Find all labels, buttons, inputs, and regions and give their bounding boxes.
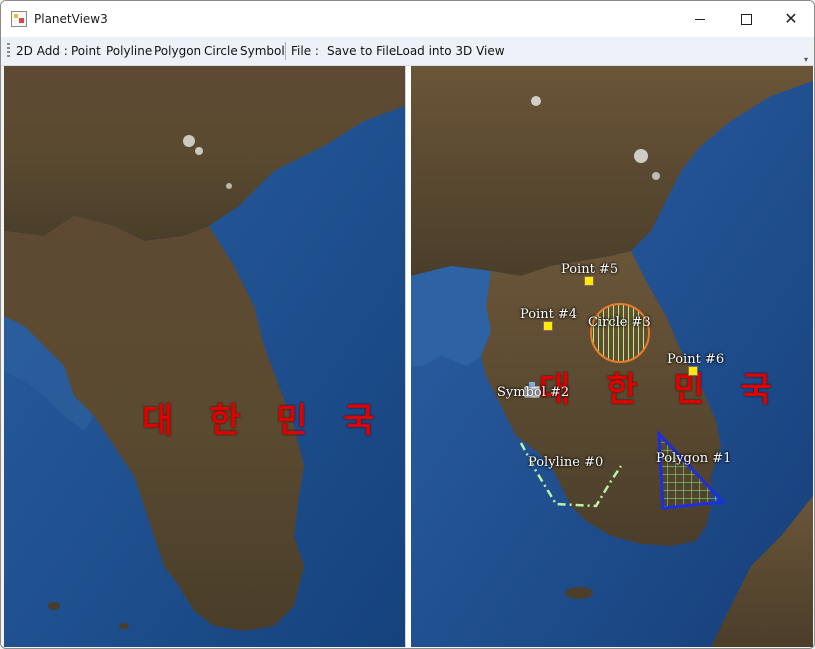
- point-6-marker[interactable]: [688, 366, 698, 376]
- polygon-button[interactable]: Polygon: [154, 44, 201, 58]
- minimize-icon: [695, 18, 705, 20]
- minimize-button[interactable]: [677, 1, 723, 37]
- app-icon: [11, 11, 27, 27]
- left-2d-map-view[interactable]: 대 한 민 국: [4, 66, 405, 647]
- left-map-image: [4, 66, 405, 647]
- polyline-0-label: Polyline #0: [528, 455, 604, 470]
- add-2d-label: 2D Add :: [16, 44, 68, 58]
- title-bar: PlanetView3 ✕: [1, 1, 814, 37]
- toolbar-grip-icon[interactable]: [7, 43, 10, 59]
- polygon-1-label: Polygon #1: [656, 451, 732, 466]
- close-button[interactable]: ✕: [768, 1, 814, 37]
- point-button[interactable]: Point: [71, 44, 101, 58]
- toolbar-separator: [285, 42, 286, 60]
- point-4-label: Point #4: [520, 307, 578, 322]
- maximize-button[interactable]: [723, 1, 769, 37]
- load-into-3d-view-button[interactable]: Load into 3D View: [396, 44, 505, 58]
- symbol-button[interactable]: Symbol: [240, 44, 285, 58]
- right-2d-map-view[interactable]: 대 한 민 국 Point #5 Point #4 Circle #3 Poin…: [411, 66, 813, 647]
- toolbar-overflow-icon[interactable]: ▾: [804, 55, 808, 64]
- save-to-file-button[interactable]: Save to File: [327, 44, 396, 58]
- polyline-button[interactable]: Polyline: [106, 44, 152, 58]
- point-5-label: Point #5: [561, 262, 619, 277]
- symbol-2-label: Symbol #2: [497, 385, 570, 400]
- circle-button[interactable]: Circle: [204, 44, 238, 58]
- maximize-icon: [740, 13, 752, 25]
- file-label: File :: [291, 44, 319, 58]
- app-window: PlanetView3 ✕ 2D Add : Point Polyline Po…: [0, 0, 815, 649]
- close-icon: ✕: [784, 9, 798, 28]
- point-6-label: Point #6: [667, 352, 725, 367]
- point-4-marker[interactable]: [543, 321, 553, 331]
- right-map-country-label: 대 한 민 국: [539, 370, 784, 410]
- circle-3-label: Circle #3: [588, 315, 651, 330]
- toolbar: 2D Add : Point Polyline Polygon Circle S…: [1, 37, 814, 66]
- point-5-marker[interactable]: [584, 276, 594, 286]
- window-title: PlanetView3: [34, 12, 108, 26]
- left-map-country-label: 대 한 민 국: [142, 401, 387, 441]
- right-map-image: [411, 66, 813, 647]
